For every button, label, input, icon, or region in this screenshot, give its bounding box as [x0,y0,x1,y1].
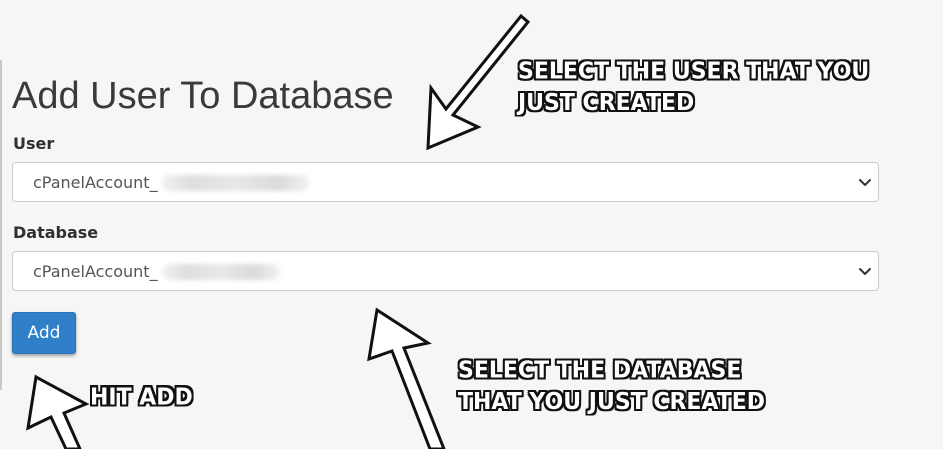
callout-select-user-line1: SELECT THE USER THAT YOU [518,58,870,85]
user-select-value: cPanelAccount_ [33,173,310,192]
database-select-prefix: cPanelAccount_ [33,262,158,281]
arrow-to-add-button [26,374,90,449]
arrow-to-database-select [367,307,446,449]
left-border [0,60,2,390]
callout-select-database: SELECT THE DATABASE THAT YOU JUST CREATE… [458,356,765,419]
callout-hit-add-text: HIT ADD [90,384,193,411]
arrow-to-user-select [426,13,531,151]
user-select-prefix: cPanelAccount_ [33,173,158,192]
database-select[interactable]: cPanelAccount_ [12,251,879,291]
user-label: User [13,134,55,153]
redacted-database [161,263,280,280]
callout-hit-add: HIT ADD [90,382,193,414]
database-select-value: cPanelAccount_ [33,262,280,281]
callout-select-database-line1: SELECT THE DATABASE [458,357,742,384]
user-select[interactable]: cPanelAccount_ [12,162,879,202]
callout-select-user-line2: JUST CREATED [518,90,695,117]
chevron-down-icon [859,268,871,275]
callout-select-database-line2: THAT YOU JUST CREATED [458,389,766,416]
database-label: Database [13,223,99,242]
chevron-down-icon [859,179,871,186]
redacted-username [161,174,310,191]
callout-select-user: SELECT THE USER THAT YOU JUST CREATED [518,57,869,120]
page-title: Add User To Database [12,75,394,117]
add-button[interactable]: Add [12,312,76,354]
